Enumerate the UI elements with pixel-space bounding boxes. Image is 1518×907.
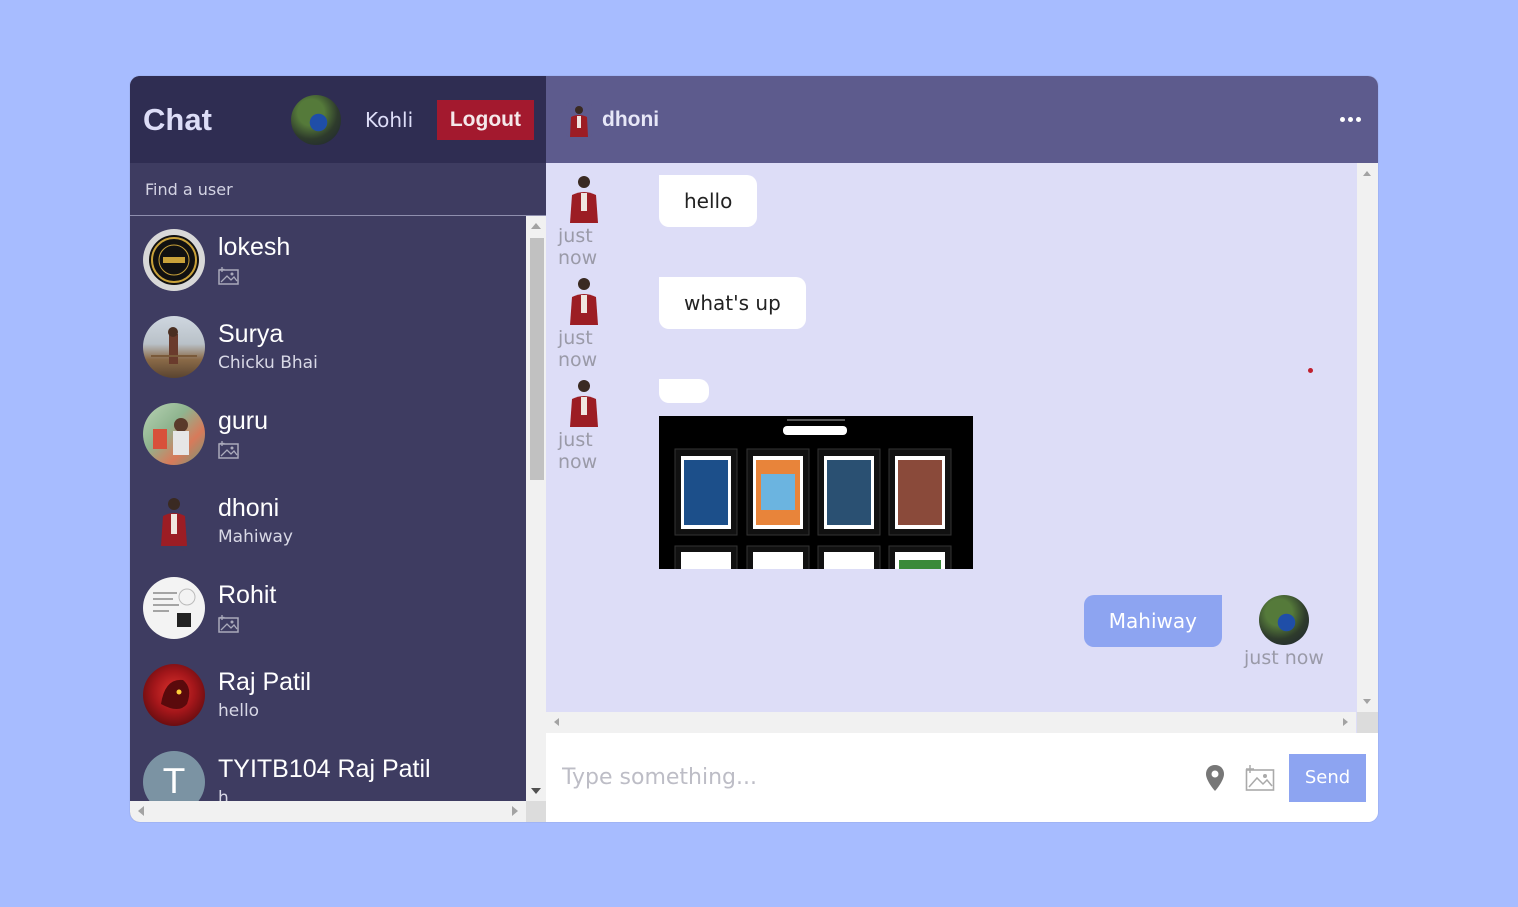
message-avatar xyxy=(1259,595,1309,645)
image-icon[interactable] xyxy=(1245,764,1275,791)
avatar: T xyxy=(143,750,205,802)
avatar xyxy=(143,663,205,726)
avatar xyxy=(143,315,205,378)
app-logo: Chat xyxy=(143,101,212,137)
chat-item-last-message xyxy=(218,438,268,462)
scrollbar-corner xyxy=(526,801,546,822)
location-pin-icon[interactable] xyxy=(1205,764,1225,792)
chat-item-last-message xyxy=(218,264,290,288)
chat-item-last-message: Mahiway xyxy=(218,526,293,547)
message-bubble: Mahiway xyxy=(1083,595,1222,647)
chat-list: lokesh Surya Chicku Bhai guru dhoni Mahi… xyxy=(130,216,526,801)
avatar-letter: T xyxy=(163,761,185,802)
navbar: Chat Kohli Logout xyxy=(130,76,546,163)
search-input[interactable] xyxy=(130,178,546,200)
chat-header: dhoni xyxy=(546,76,1378,163)
chat-item-last-message: Chicku Bhai xyxy=(218,352,318,373)
message: just now xyxy=(558,377,973,569)
message-time: just now xyxy=(558,429,598,473)
chat-item-last-message: hello xyxy=(218,700,260,721)
message-input-bar: Send xyxy=(546,733,1378,822)
avatar xyxy=(143,402,205,465)
message: just now what's up xyxy=(558,275,806,371)
chat-item-last-message: h xyxy=(218,787,229,802)
message-bubble: what's up xyxy=(659,277,806,329)
chat-item-raj-patil[interactable]: Raj Patil hello xyxy=(130,651,526,738)
current-user-name: Kohli xyxy=(365,107,414,132)
message-bubble: hello xyxy=(659,175,758,227)
message-time: just now xyxy=(558,225,598,269)
message-input[interactable] xyxy=(560,764,1205,791)
chat-item-name: lokesh xyxy=(218,232,291,261)
sidebar: Chat Kohli Logout Find a user lokesh Sur… xyxy=(130,76,546,822)
chat-item-name: guru xyxy=(218,406,269,435)
image-icon xyxy=(218,614,239,633)
chat-item-name: TYITB104 Raj Patil xyxy=(218,754,431,783)
current-user: Kohli Logout xyxy=(291,94,534,145)
messages-vertical-scrollbar[interactable] xyxy=(1357,163,1378,712)
user-search xyxy=(130,163,546,216)
message-avatar xyxy=(564,275,604,325)
sidebar-vertical-scrollbar[interactable] xyxy=(526,216,546,801)
image-icon xyxy=(218,440,239,459)
more-dots-icon[interactable] xyxy=(1336,113,1365,126)
chat-item-last-message xyxy=(218,612,276,636)
chat-item-name: dhoni xyxy=(218,493,280,522)
chat-item-guru[interactable]: guru xyxy=(130,390,526,477)
avatar xyxy=(143,576,205,639)
avatar xyxy=(143,489,205,552)
logout-button[interactable]: Logout xyxy=(436,99,534,140)
chat-item-lokesh[interactable]: lokesh xyxy=(130,216,526,303)
message-time: just now xyxy=(558,327,598,371)
chat-item-dhoni[interactable]: dhoni Mahiway xyxy=(130,477,526,564)
chat-item-name: Raj Patil xyxy=(218,667,312,696)
chat-header-title: dhoni xyxy=(602,107,660,131)
message-avatar xyxy=(564,377,604,427)
sidebar-horizontal-scrollbar[interactable] xyxy=(130,801,526,822)
chat-item-rohit[interactable]: Rohit xyxy=(130,564,526,651)
send-button[interactable]: Send xyxy=(1289,753,1366,802)
scrollbar-corner xyxy=(1357,712,1378,733)
messages-area: just now hello just now what's up just n… xyxy=(546,163,1356,712)
message-image[interactable] xyxy=(659,416,973,569)
chat-item-surya[interactable]: Surya Chicku Bhai xyxy=(130,303,526,390)
chat-item-tyitb104-raj-patil[interactable]: T TYITB104 Raj Patil h xyxy=(130,738,526,801)
avatar xyxy=(143,228,205,291)
image-icon xyxy=(218,266,239,285)
chat-app: Chat Kohli Logout Find a user lokesh Sur… xyxy=(130,76,1378,822)
messages-horizontal-scrollbar[interactable] xyxy=(546,712,1356,733)
current-user-avatar xyxy=(291,94,341,145)
message-avatar xyxy=(564,173,604,223)
cursor-dot xyxy=(1308,368,1313,373)
chat-header-avatar xyxy=(566,102,592,137)
message-bubble xyxy=(659,379,709,403)
message: just now hello xyxy=(558,173,758,269)
chat-item-name: Rohit xyxy=(218,580,277,609)
message-time: just now xyxy=(1244,647,1324,669)
chat-pane: dhoni just now hello just now what's up … xyxy=(546,76,1378,822)
message-owner: just now Mahiway xyxy=(1083,595,1324,669)
chat-item-name: Surya xyxy=(218,319,284,348)
scrollbar-thumb[interactable] xyxy=(530,238,544,480)
